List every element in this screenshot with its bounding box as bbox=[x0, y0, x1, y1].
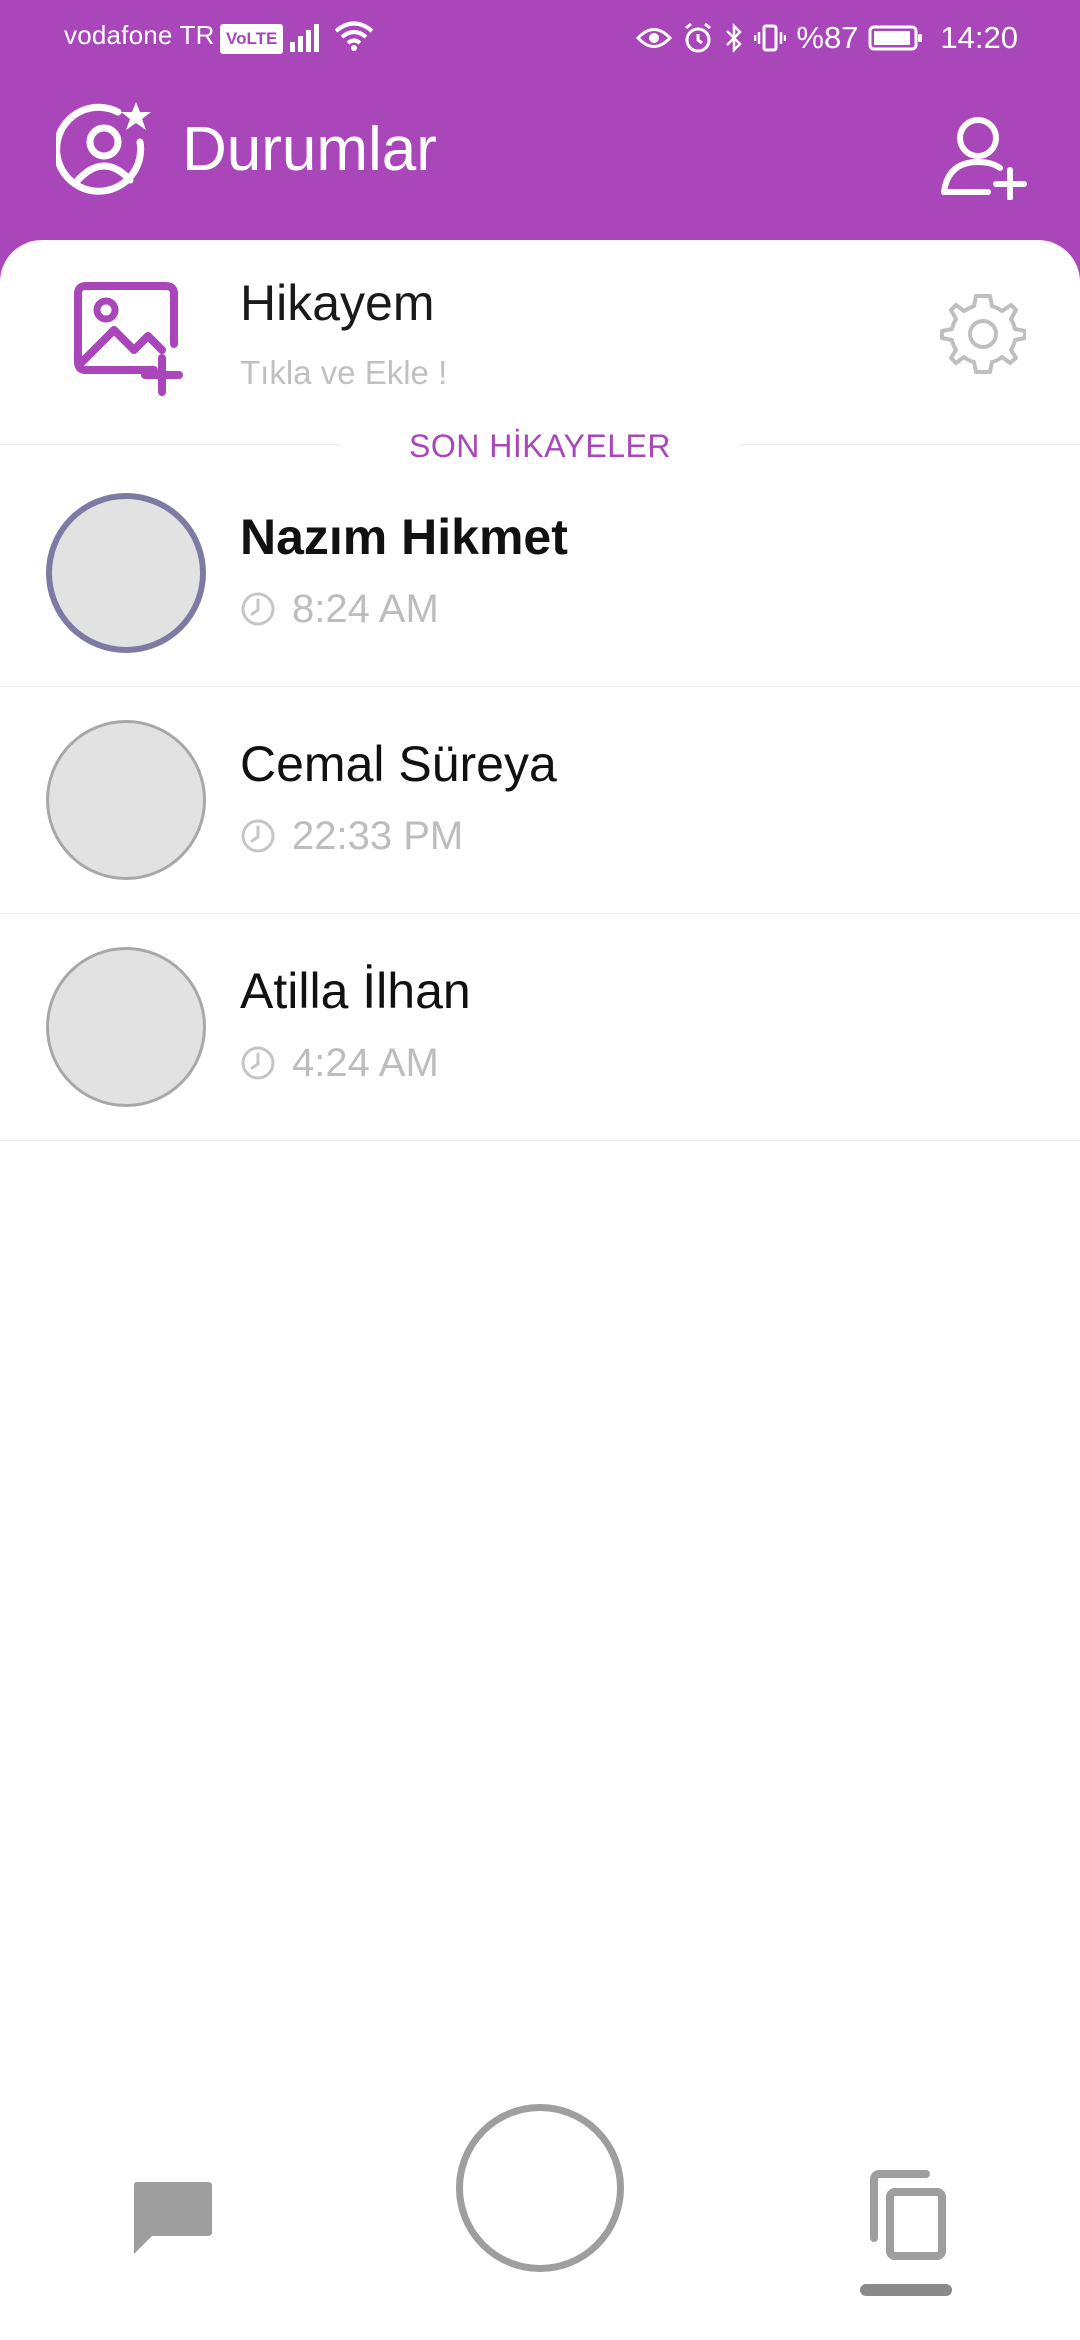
story-row[interactable]: Cemal Süreya 22:33 PM bbox=[0, 687, 1080, 914]
clock-icon bbox=[241, 819, 275, 853]
story-time-group: 8:24 AM bbox=[240, 584, 439, 634]
status-bar: vodafone TR VoLTE %87 14:20 bbox=[0, 0, 1080, 76]
clock-icon bbox=[241, 1046, 275, 1080]
user-star-icon bbox=[56, 102, 151, 195]
status-right-group: %87 14:20 bbox=[636, 18, 1018, 58]
bottom-navigation bbox=[0, 2080, 1080, 2340]
story-author-name: Nazım Hikmet bbox=[240, 509, 568, 565]
story-list: Nazım Hikmet 8:24 AM Cemal Süreya 22:33 … bbox=[0, 460, 1080, 1141]
vibrate-icon bbox=[754, 24, 787, 52]
avatar[interactable] bbox=[46, 493, 206, 653]
story-author-name: Atilla İlhan bbox=[240, 963, 471, 1019]
my-story-row[interactable]: Hikayem Tıkla ve Ekle ! bbox=[0, 240, 1080, 444]
story-time: 8:24 AM bbox=[292, 586, 439, 631]
my-story-hint: Tıkla ve Ekle ! bbox=[240, 354, 448, 391]
stories-icon[interactable] bbox=[862, 2168, 958, 2264]
story-row[interactable]: Nazım Hikmet 8:24 AM bbox=[0, 460, 1080, 687]
stories-sheet: Hikayem Tıkla ve Ekle ! SON HİKAYELER Na… bbox=[0, 240, 1080, 2340]
battery-icon bbox=[868, 25, 923, 51]
bluetooth-icon bbox=[726, 22, 743, 54]
story-time: 4:24 AM bbox=[292, 1040, 439, 1085]
eye-icon bbox=[636, 28, 673, 48]
my-story-title: Hikayem bbox=[240, 275, 435, 331]
chat-icon[interactable] bbox=[128, 2174, 216, 2262]
camera-button[interactable] bbox=[456, 2104, 624, 2272]
gear-icon[interactable] bbox=[940, 290, 1026, 376]
add-user-button[interactable] bbox=[938, 108, 1030, 200]
status-time: 14:20 bbox=[940, 20, 1018, 55]
page-title: Durumlar bbox=[182, 115, 437, 184]
story-time-group: 22:33 PM bbox=[240, 811, 463, 861]
battery-percent: %87 bbox=[796, 20, 859, 55]
wifi-icon bbox=[334, 21, 374, 51]
story-time: 22:33 PM bbox=[292, 813, 464, 858]
story-time-group: 4:24 AM bbox=[240, 1038, 439, 1088]
story-row[interactable]: Atilla İlhan 4:24 AM bbox=[0, 914, 1080, 1141]
alarm-icon bbox=[685, 22, 712, 53]
active-tab-indicator bbox=[860, 2284, 952, 2296]
avatar[interactable] bbox=[46, 720, 206, 880]
story-author-name: Cemal Süreya bbox=[240, 736, 557, 792]
volte-badge: VoLTE bbox=[220, 24, 284, 54]
avatar[interactable] bbox=[46, 947, 206, 1107]
add-image-icon[interactable] bbox=[70, 278, 190, 398]
carrier-name: vodafone TR bbox=[64, 20, 215, 50]
clock-icon bbox=[241, 592, 275, 626]
signal-icon bbox=[290, 24, 319, 52]
